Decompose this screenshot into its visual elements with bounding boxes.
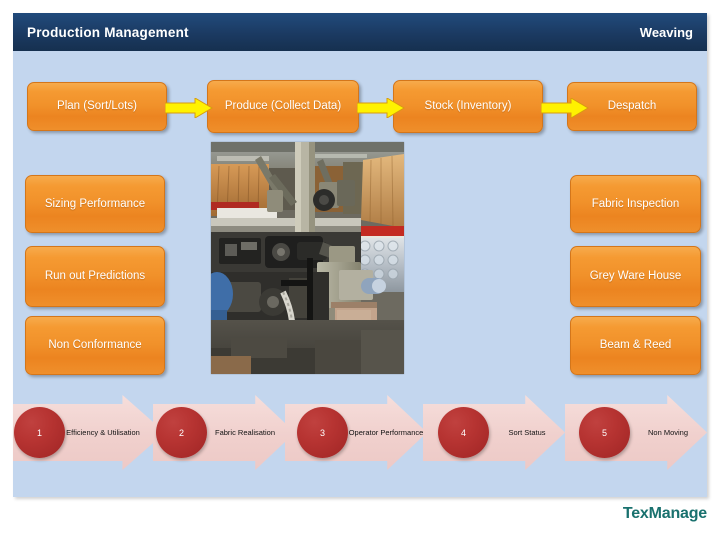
metric-number-badge: 4	[438, 407, 489, 458]
module-grey-ware-house-label: Grey Ware House	[589, 270, 682, 283]
metric-label-sort-status: Sort Status	[508, 427, 546, 437]
metric-number-badge: 5	[579, 407, 630, 458]
module-run-out-predictions-label: Run out Predictions	[44, 270, 146, 283]
module-beam-and-reed-label: Beam & Reed	[599, 339, 672, 352]
right-arrow-icon	[164, 97, 213, 119]
metric-label-non-moving: Non Moving	[647, 427, 689, 437]
module-sizing-performance[interactable]: Sizing Performance	[25, 175, 165, 233]
module-run-out-predictions[interactable]: Run out Predictions	[25, 246, 165, 307]
weaving-loom-machine-photo	[211, 142, 404, 374]
metrics-flow: 1 2 3 4 5 Efficiency & Utilisation Fabri…	[13, 395, 707, 470]
metric-number: 4	[460, 427, 466, 438]
page-title: Production Management	[27, 24, 189, 40]
module-fabric-inspection[interactable]: Fabric Inspection	[570, 175, 701, 233]
right-arrow-icon	[540, 97, 589, 119]
metric-number-badge: 3	[297, 407, 348, 458]
slide-canvas: Production Management Weaving Plan (Sort…	[0, 0, 720, 540]
module-sizing-performance-label: Sizing Performance	[44, 197, 146, 210]
metric-number-badge: 2	[156, 407, 207, 458]
metric-number: 5	[601, 427, 607, 438]
brand-logo: TexManage	[622, 505, 707, 522]
module-beam-and-reed[interactable]: Beam & Reed	[570, 316, 701, 375]
metric-number: 3	[319, 427, 325, 438]
module-non-conformance-label: Non Conformance	[48, 339, 142, 352]
metric-label-fabric-realisation: Fabric Realisation	[214, 427, 276, 437]
process-step-stock[interactable]: Stock (Inventory)	[393, 80, 543, 133]
process-step-produce[interactable]: Produce (Collect Data)	[207, 80, 359, 133]
process-step-plan[interactable]: Plan (Sort/Lots)	[27, 82, 167, 131]
section-label: Weaving	[639, 24, 693, 40]
process-step-stock-label: Stock (Inventory)	[424, 100, 512, 113]
process-step-produce-label: Produce (Collect Data)	[224, 100, 342, 113]
module-non-conformance[interactable]: Non Conformance	[25, 316, 165, 375]
slide-header: Production Management Weaving	[13, 13, 707, 51]
metric-label-operator-performance: Operator Performance	[348, 427, 424, 437]
metric-number: 1	[36, 427, 42, 438]
metric-label-efficiency-utilisation: Efficiency & Utilisation	[66, 427, 140, 437]
module-grey-ware-house[interactable]: Grey Ware House	[570, 246, 701, 307]
process-step-plan-label: Plan (Sort/Lots)	[57, 100, 137, 113]
module-fabric-inspection-label: Fabric Inspection	[591, 197, 680, 210]
metric-number-badge: 1	[14, 407, 65, 458]
process-step-despatch-label: Despatch	[607, 100, 657, 113]
right-arrow-icon	[356, 97, 405, 119]
metric-number: 2	[178, 427, 184, 438]
